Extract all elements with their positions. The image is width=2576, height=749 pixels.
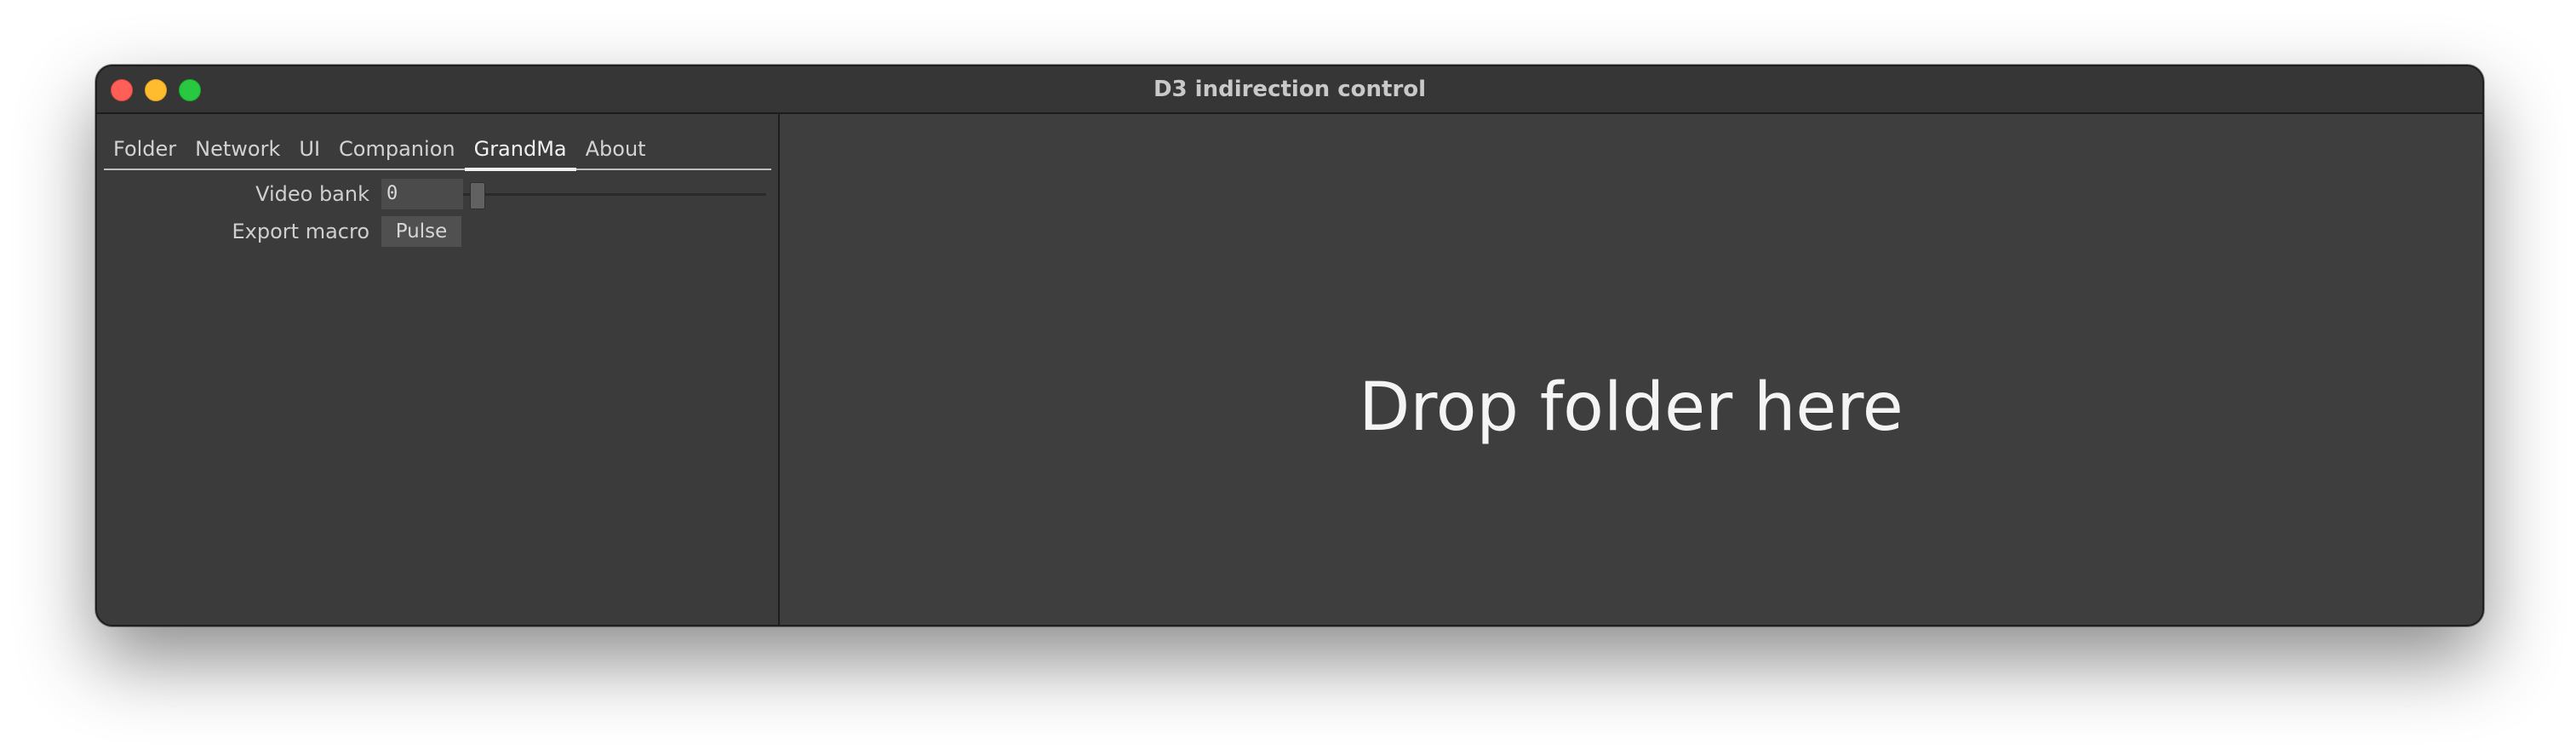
tab-ui[interactable]: UI xyxy=(289,136,329,169)
tab-about[interactable]: About xyxy=(576,136,655,169)
app-window: D3 indirection control Folder Network UI… xyxy=(95,65,2484,626)
tab-grandma[interactable]: GrandMa xyxy=(464,136,576,171)
video-bank-label: Video bank xyxy=(255,182,369,206)
drop-folder-text: Drop folder here xyxy=(1359,369,1903,446)
tab-companion[interactable]: Companion xyxy=(329,136,465,169)
video-bank-slider-track[interactable] xyxy=(463,193,766,196)
export-macro-label: Export macro xyxy=(232,220,370,243)
window-title: D3 indirection control xyxy=(1153,77,1427,102)
tab-folder[interactable]: Folder xyxy=(104,136,186,169)
video-bank-row: Video bank 0 xyxy=(97,177,778,211)
tab-network[interactable]: Network xyxy=(186,136,289,169)
video-bank-slider-handle[interactable] xyxy=(470,182,485,209)
pulse-button[interactable]: Pulse xyxy=(381,216,461,247)
export-macro-row: Export macro Pulse xyxy=(97,214,778,249)
drop-zone[interactable]: Drop folder here xyxy=(780,114,2482,625)
title-bar[interactable]: D3 indirection control xyxy=(97,66,2482,114)
video-bank-input[interactable]: 0 xyxy=(381,179,463,209)
settings-panel: Folder Network UI Companion GrandMa Abou… xyxy=(97,114,780,625)
tab-bar: Folder Network UI Companion GrandMa Abou… xyxy=(104,136,771,171)
